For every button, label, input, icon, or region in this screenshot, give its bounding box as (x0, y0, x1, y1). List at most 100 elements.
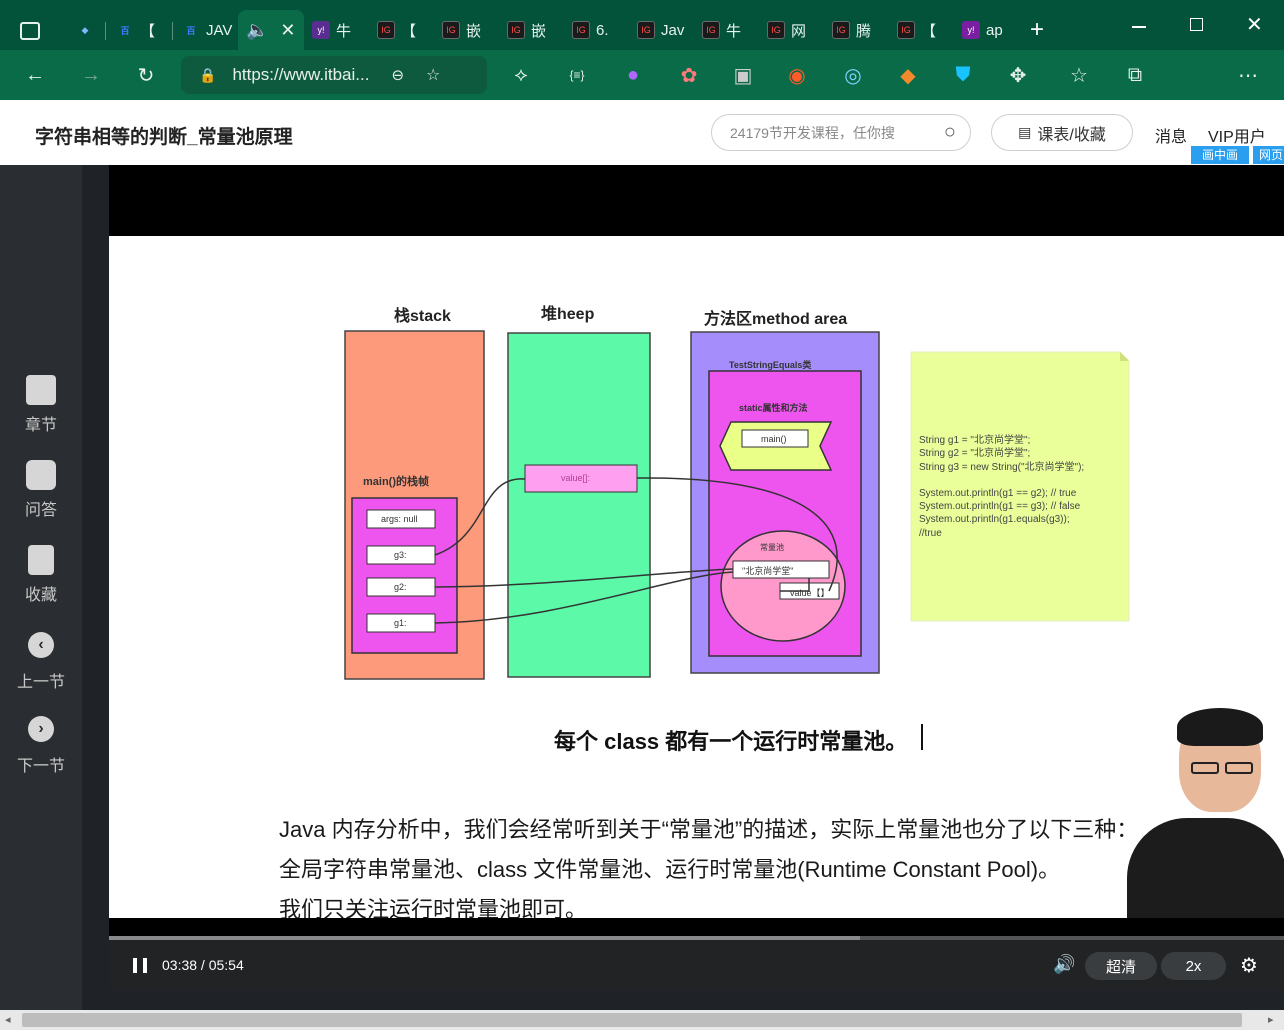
site-favicon-icon: IG (507, 21, 525, 39)
sidebar-item-next[interactable]: › 下一节 (0, 716, 82, 776)
video-frame[interactable]: 栈stack 堆heep 方法区method area TestStringEq… (109, 236, 1284, 918)
extension-icon[interactable]: ◉ (784, 62, 810, 88)
site-favicon-icon: IG (767, 21, 785, 39)
maximize-icon[interactable] (1190, 18, 1203, 31)
address-bar[interactable]: 🔒 https://www.itbai... ⊖ ☆ (181, 56, 487, 94)
scroll-left-icon[interactable]: ◂ (5, 1013, 11, 1026)
sidebar: 章节 问答 收藏 ‹ 上一节 › 下一节 (0, 165, 82, 1010)
vip-link[interactable]: VIP用户 (1208, 123, 1266, 147)
zoom-icon[interactable]: ⊖ (391, 66, 404, 84)
browser-tab[interactable]: IG 嵌 (436, 10, 481, 50)
extension-icon[interactable]: ⟡ (508, 62, 534, 88)
extension-icon[interactable]: ● (620, 62, 646, 88)
text-cursor (921, 724, 923, 750)
site-favicon-icon: IG (637, 21, 655, 39)
extension-icon[interactable]: ◎ (840, 62, 866, 88)
code-line: System.out.println(g1 == g2); // true (919, 487, 1077, 499)
metamask-icon[interactable]: ◆ (895, 62, 921, 88)
scrollbar-thumb[interactable] (22, 1013, 1242, 1027)
yahoo-icon: y! (962, 21, 980, 39)
browser-tab[interactable]: IG 网 (761, 10, 806, 50)
pause-icon[interactable] (133, 958, 147, 973)
args-label: args: null (381, 514, 418, 524)
more-icon[interactable]: ⋯ (1235, 62, 1261, 88)
time-display: 03:38 / 05:54 (162, 957, 244, 973)
chat-icon (26, 460, 56, 490)
volume-icon[interactable]: 🔊 (1053, 954, 1075, 975)
forward-icon[interactable]: → (78, 62, 104, 88)
site-favicon-icon: 百 (186, 25, 196, 36)
site-favicon-icon: IG (377, 21, 395, 39)
browser-tab[interactable]: IG Jav (631, 10, 684, 50)
sidebar-item-favorites[interactable]: 收藏 (0, 545, 82, 605)
code-line: System.out.println(g1 == g3); // false (919, 501, 1081, 513)
settings-icon[interactable]: ⚙ (1240, 953, 1258, 978)
sidebar-item-qa[interactable]: 问答 (0, 460, 82, 520)
tab-label: 嵌 (466, 22, 482, 40)
page-header: 字符串相等的判断_常量池原理 24179节开发课程，任你搜 ○ ▤ 课表/收藏 … (0, 100, 1284, 165)
back-icon[interactable]: ← (22, 62, 48, 88)
close-window-icon[interactable]: ✕ (1246, 12, 1263, 37)
close-tab-icon[interactable]: ✕ (280, 20, 295, 41)
site-favicon-icon: IG (832, 21, 850, 39)
heap-value-label: value[]: (561, 473, 591, 483)
stack-label: 栈stack (394, 308, 451, 325)
yahoo-icon: y! (312, 21, 330, 39)
puzzle-icon[interactable]: ✥ (1005, 62, 1031, 88)
browser-tab[interactable]: IG 嵌 (501, 10, 546, 50)
code-line: String g1 = "北京尚学堂"; (919, 435, 1031, 446)
browser-tab-active[interactable]: 🔈 ✕ (238, 10, 304, 50)
browser-tab[interactable]: 百 JAV (176, 10, 232, 50)
window-menu-icon[interactable] (20, 22, 40, 40)
browser-tab[interactable]: IG 牛 (696, 10, 741, 50)
paragraph-line: 我们只关注运行时常量池即可。 (279, 897, 588, 918)
browser-tab[interactable]: y! ap (956, 10, 1003, 50)
extension-icon[interactable]: ✿ (676, 62, 702, 88)
favorites-icon[interactable]: ☆ (1066, 62, 1092, 88)
browser-tab[interactable]: IG 【 (371, 10, 416, 50)
browser-tab[interactable]: IG 【 (891, 10, 936, 50)
tab-label: 【 (140, 22, 156, 40)
scroll-right-icon[interactable]: ▸ (1268, 1013, 1274, 1026)
sidebar-item-prev[interactable]: ‹ 上一节 (0, 632, 82, 692)
tab-label: 【 (401, 22, 417, 40)
slide-caption: 每个 class 都有一个运行时常量池。 (554, 729, 908, 754)
sidebar-item-label: 收藏 (24, 587, 57, 604)
url-text: https://www.itbai... (232, 65, 370, 84)
web-fullscreen-button[interactable]: 网页 (1253, 146, 1284, 164)
method-area-label: 方法区method area (704, 311, 848, 328)
browser-tab[interactable]: 百 【 (110, 10, 155, 50)
code-line: String g3 = new String("北京尚学堂"); (919, 461, 1085, 473)
collections-icon[interactable]: ⧉ (1122, 62, 1148, 88)
sidebar-item-label: 上一节 (16, 674, 65, 691)
courses-button[interactable]: ▤ 课表/收藏 (991, 114, 1133, 151)
site-favicon-icon: IG (572, 21, 590, 39)
search-icon[interactable]: ○ (944, 121, 956, 144)
sidebar-item-chapters[interactable]: 章节 (0, 375, 82, 435)
search-input[interactable]: 24179节开发课程，任你搜 ○ (711, 114, 971, 151)
quality-button[interactable]: 超清 (1085, 952, 1157, 980)
new-tab-icon[interactable]: + (1030, 16, 1044, 44)
browser-tab[interactable]: IG 6. (566, 10, 609, 50)
pip-button[interactable]: 画中画 (1191, 146, 1249, 164)
frame-label: main()的栈帧 (363, 476, 429, 488)
shield-icon[interactable]: ⛊ (950, 62, 976, 88)
pool-label: 常量池 (760, 543, 784, 552)
paragraph-line: 全局字符串常量池、class 文件常量池、运行时常量池(Runtime Cons… (279, 857, 1061, 882)
json-icon[interactable]: {≡} (564, 62, 590, 88)
browser-tab[interactable]: ◆ (70, 10, 100, 50)
code-line: System.out.println(g1.equals(g3)); (919, 514, 1070, 526)
browser-tab[interactable]: y! 牛 (306, 10, 351, 50)
camera-icon[interactable]: ▣ (730, 62, 756, 88)
sidebar-item-label: 章节 (24, 417, 57, 434)
g3-label: g3: (394, 550, 407, 560)
gem-icon: ◆ (81, 24, 89, 35)
minimize-icon[interactable] (1132, 26, 1146, 28)
messages-link[interactable]: 消息 (1155, 123, 1187, 147)
browser-tab[interactable]: IG 腾 (826, 10, 871, 50)
refresh-icon[interactable]: ↻ (133, 62, 159, 88)
static-label: static属性和方法 (739, 403, 808, 413)
add-favorite-icon[interactable]: ☆ (426, 65, 440, 85)
speed-button[interactable]: 2x (1161, 952, 1226, 980)
